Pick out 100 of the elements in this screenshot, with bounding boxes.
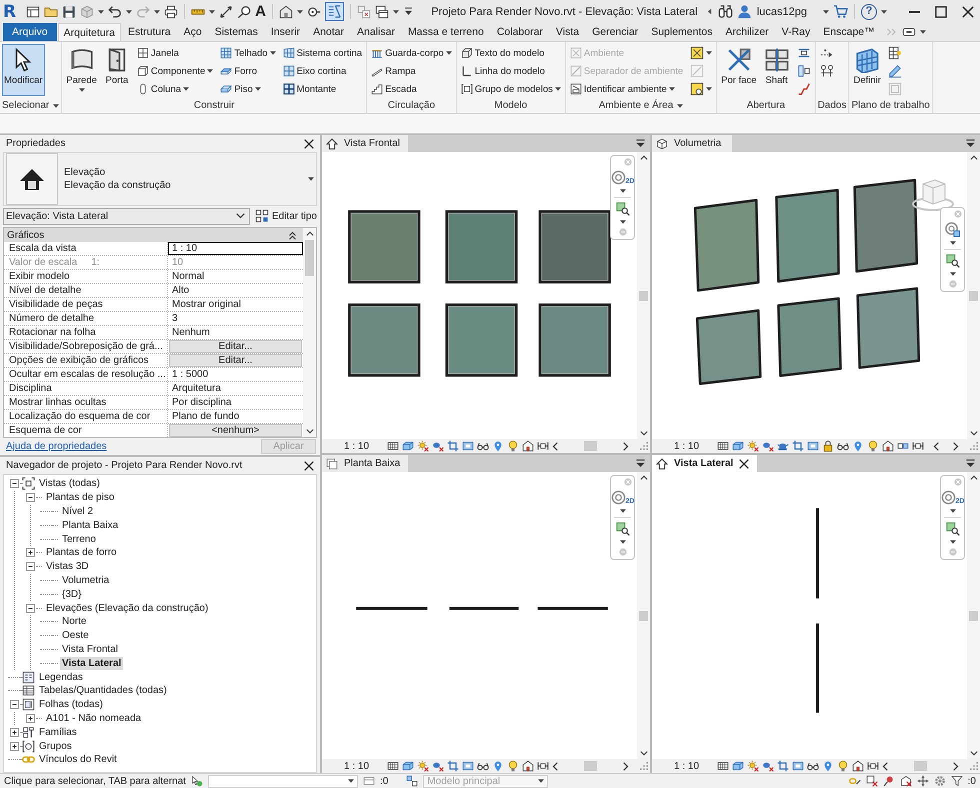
collapse-icon[interactable] (10, 700, 18, 710)
ribbon-tab[interactable]: Estrutura (122, 23, 177, 41)
cube-icon[interactable] (732, 760, 744, 772)
ribbon-tab[interactable]: Enscape™ (817, 23, 881, 41)
crop-frame-icon[interactable] (807, 440, 819, 452)
property-button[interactable]: Editar... (169, 354, 302, 367)
tree-item[interactable]: Vistas 3D (44, 560, 91, 574)
large-tool-button[interactable]: Definir (851, 44, 883, 96)
house-icon[interactable] (882, 440, 894, 452)
crop-icon[interactable] (447, 440, 459, 452)
workset-icon[interactable] (362, 775, 375, 787)
tree-item[interactable]: Vínculos do Revit (37, 753, 119, 766)
help-link[interactable]: Ajuda de propriedades (6, 441, 107, 452)
view-scale-button[interactable]: 1 : 10 (674, 760, 714, 772)
cross-out-icon[interactable] (866, 775, 878, 787)
property-value-field[interactable]: Normal (168, 270, 303, 283)
ribbon-tab[interactable]: Inserir (264, 23, 306, 41)
crop-icon[interactable] (447, 760, 459, 772)
bracket-ruler-icon[interactable] (537, 760, 549, 772)
zoom-icon[interactable] (616, 522, 630, 536)
tree-item[interactable]: Plantas de forro (44, 546, 119, 560)
bulb-icon[interactable] (867, 440, 879, 452)
zoom-icon[interactable] (946, 254, 960, 268)
drag-icon[interactable] (916, 775, 929, 787)
glasses-icon[interactable] (837, 440, 849, 452)
customize-icon[interactable] (402, 6, 414, 17)
tree-item[interactable]: Vista Lateral (60, 656, 124, 670)
scrollbar-thumb[interactable] (914, 761, 927, 771)
ring-icon[interactable] (610, 170, 626, 185)
tool-button[interactable]: Rampa (369, 62, 454, 80)
tree-item[interactable]: A101 - Não nomeada (44, 712, 144, 725)
tool-button[interactable]: Telhado (218, 44, 278, 62)
tree-item[interactable]: Plantas de piso (44, 491, 116, 504)
cursor-dot-icon[interactable] (190, 775, 203, 787)
glasses-icon[interactable] (807, 760, 819, 772)
undo-arrow-icon[interactable] (108, 4, 122, 18)
tool-button[interactable]: Linha do modelo (458, 62, 563, 80)
tree-item[interactable]: Vista Frontal (60, 642, 120, 656)
ribbon-tab[interactable]: Gerenciar (586, 23, 644, 41)
ribbon-tab[interactable]: V-Ray (776, 23, 816, 41)
house-icon[interactable] (522, 760, 534, 772)
glasses-icon[interactable] (477, 760, 489, 772)
property-button[interactable]: Editar... (169, 340, 302, 353)
ribbon-tab[interactable]: Vista (550, 23, 586, 41)
section-header[interactable]: Gráficos (4, 228, 303, 242)
house-icon[interactable] (522, 440, 534, 452)
tree-item[interactable]: Vistas (todas) (37, 477, 102, 490)
thin-lines-button[interactable] (324, 2, 344, 21)
scrollbar-thumb[interactable] (639, 290, 648, 300)
tool-button[interactable]: Piso (218, 80, 278, 98)
magnifier-icon[interactable] (237, 4, 252, 18)
shadow-icon[interactable] (762, 440, 774, 452)
vertical-scrollbar[interactable] (303, 228, 316, 437)
expand-icon[interactable] (10, 742, 18, 751)
checker-grid-icon[interactable] (717, 760, 729, 772)
ring-icon[interactable] (610, 490, 626, 505)
ribbon-tab[interactable]: Colaborar (490, 23, 549, 41)
chevron-left-icon[interactable] (552, 762, 558, 770)
ribbon-tab[interactable]: Anotar (307, 23, 350, 41)
link-edit-icon[interactable] (848, 775, 861, 787)
crop-icon[interactable] (777, 760, 789, 772)
folder-icon[interactable] (44, 4, 58, 18)
minimize-icon[interactable] (909, 10, 920, 12)
house-icon[interactable] (852, 760, 864, 772)
view-scale-button[interactable]: 1 : 10 (344, 760, 384, 772)
tree-item[interactable]: Tabelas/Quantidades (todas) (37, 684, 169, 698)
tool-button[interactable]: Texto do modelo (458, 44, 563, 62)
view-tab[interactable]: Vista Lateral (652, 455, 758, 472)
cart-icon[interactable] (833, 4, 848, 19)
chevron-left-icon[interactable] (933, 442, 939, 450)
pushpin-icon[interactable] (882, 775, 895, 787)
zoom-icon[interactable] (616, 202, 630, 216)
help-button[interactable]: ? (861, 4, 877, 20)
tool-button[interactable]: Coluna (134, 80, 216, 98)
ribbon-tab[interactable]: Aço (178, 23, 208, 41)
dimension-icon[interactable] (219, 4, 234, 18)
tool-button[interactable]: Escada (369, 80, 454, 98)
collapse-icon[interactable] (26, 493, 34, 502)
tree-item[interactable]: Famílias (37, 726, 79, 739)
tree-item[interactable]: Elevações (Elevação da construção) (44, 602, 210, 615)
view-tab[interactable]: Volumetria (652, 135, 732, 152)
property-button[interactable]: <nenhum> (169, 424, 302, 437)
expand-icon[interactable] (26, 548, 34, 558)
panel-menu-label[interactable]: Selecionar (2, 100, 60, 111)
tool-button[interactable]: Montante (280, 80, 364, 98)
ribbon-tab[interactable]: Massa e terreno (402, 23, 490, 41)
close-icon[interactable] (739, 458, 750, 468)
expand-icon[interactable] (26, 714, 34, 723)
large-tool-button[interactable]: Shaft (762, 44, 792, 96)
scrollbar-thumb[interactable] (305, 240, 314, 276)
printer-icon[interactable] (164, 4, 178, 18)
tool-button[interactable]: Identificar ambiente (568, 80, 686, 98)
collapse-icon[interactable] (10, 479, 18, 488)
cube-icon[interactable] (402, 440, 414, 452)
ribbon-tab[interactable]: Sistemas (208, 23, 264, 41)
glasses-icon[interactable] (477, 440, 489, 452)
expand-icon[interactable] (10, 728, 18, 737)
tree-item[interactable]: Folhas (todas) (37, 698, 105, 712)
zoom-icon[interactable] (946, 522, 960, 536)
panel-menu-label[interactable]: Ambiente e Área (598, 100, 684, 111)
